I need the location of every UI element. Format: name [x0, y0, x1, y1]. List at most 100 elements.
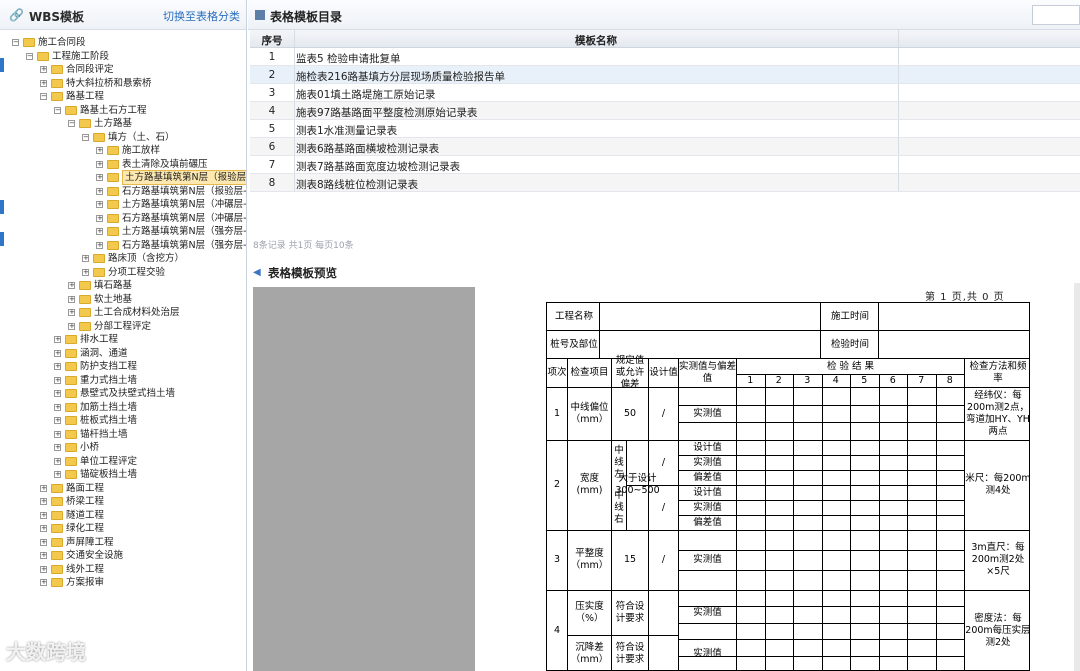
tree-toggle-icon[interactable]: −	[54, 106, 61, 114]
tree-node-label: 路床顶（含挖方）	[108, 253, 185, 264]
tree-toggle-icon[interactable]: +	[40, 525, 47, 532]
folder-icon	[51, 483, 63, 493]
tree-toggle-icon[interactable]: +	[54, 336, 61, 343]
tree-toggle-icon[interactable]: +	[54, 349, 61, 357]
form-cell-text: 15	[623, 554, 637, 565]
tree-toggle-icon[interactable]: +	[40, 66, 47, 73]
tree-toggle-icon[interactable]: +	[82, 268, 89, 276]
tree-toggle-icon[interactable]: +	[40, 579, 47, 586]
wbs-logo-icon: 🔗	[9, 8, 24, 22]
tree-node-label: 交通安全设施	[66, 550, 124, 561]
tree-toggle-icon[interactable]: +	[40, 484, 47, 492]
tree-toggle-icon[interactable]: −	[12, 39, 19, 46]
tree-toggle-icon[interactable]: +	[54, 376, 61, 384]
form-cell-text: /	[661, 407, 666, 419]
tree-toggle-icon[interactable]: −	[40, 93, 47, 100]
tree-node-label: 土方路基填筑第N层（冲碾层-压	[122, 199, 246, 210]
catalog-grid: 序号 模板名称 1 监表5 检验申请批复单 2 施检表216路基填方分层现场质量检验报…	[250, 30, 1080, 192]
search-input[interactable]	[1032, 5, 1080, 25]
tree-toggle-icon[interactable]: +	[54, 403, 61, 411]
tree-toggle-icon[interactable]: −	[82, 133, 89, 141]
wbs-panel-header: 🔗 WBS模板 切换至表格分类	[0, 0, 246, 30]
form-rule	[878, 374, 880, 670]
form-cell-text: 实测值	[693, 606, 722, 618]
page-indicator: 第 1 页,共 0 页	[925, 292, 1005, 303]
form-cell-text: 实测值	[693, 648, 722, 659]
tree-toggle-icon[interactable]: +	[96, 214, 103, 222]
folder-icon	[65, 456, 77, 466]
form-cell-text: 实测值	[693, 456, 722, 468]
megaphone-icon: ◀	[253, 267, 261, 278]
tree-toggle-icon[interactable]: +	[54, 363, 61, 370]
form-rule	[764, 374, 766, 670]
table-row[interactable]: 3 施表01填土路堤施工原始记录	[250, 84, 1080, 102]
row-template-name: 监表5 检验申请批复单	[296, 53, 401, 65]
table-row[interactable]: 6 测表6路基路面横坡检测记录表	[250, 138, 1080, 156]
tree-node-label: 填方（土、石）	[108, 131, 175, 143]
folder-icon	[107, 146, 119, 155]
column-divider	[898, 48, 899, 65]
form-cell-text: 4	[553, 625, 561, 636]
tree-toggle-icon[interactable]: +	[96, 201, 103, 208]
form-rule	[821, 374, 823, 670]
tree-toggle-icon[interactable]: +	[54, 417, 61, 424]
tree-toggle-icon[interactable]: +	[96, 228, 103, 235]
tree-toggle-icon[interactable]: +	[68, 309, 75, 316]
tree-toggle-icon[interactable]: +	[68, 295, 75, 303]
preview-scrollbar[interactable]	[1074, 283, 1080, 671]
table-icon	[255, 10, 265, 20]
tree-toggle-icon[interactable]: +	[40, 538, 47, 546]
folder-icon	[107, 186, 119, 196]
tree-toggle-icon[interactable]: +	[54, 457, 61, 465]
folder-icon	[107, 213, 119, 223]
preview-gray-area	[253, 287, 475, 671]
catalog-header: 表格模板目录	[248, 0, 1080, 30]
column-divider	[294, 66, 295, 83]
form-cell-text: 2	[553, 479, 561, 490]
catalog-title: 表格模板目录	[270, 10, 343, 24]
switch-to-table-category-link[interactable]: 切换至表格分类	[163, 8, 240, 24]
column-header-name[interactable]: 模板名称	[296, 33, 896, 48]
folder-icon	[51, 524, 63, 533]
table-row[interactable]: 4 施表97路基路面平整度检测原始记录表	[250, 102, 1080, 120]
tree-toggle-icon[interactable]: +	[54, 390, 61, 397]
form-rule	[793, 374, 794, 670]
form-cell-text: 1	[553, 407, 561, 419]
folder-icon	[93, 267, 105, 277]
table-row[interactable]: 5 测表1水准测量记录表	[250, 120, 1080, 138]
table-row[interactable]: 1 监表5 检验申请批复单	[250, 48, 1080, 66]
tree-toggle-icon[interactable]: +	[54, 430, 61, 438]
tree-toggle-icon[interactable]: +	[96, 241, 103, 249]
tree-toggle-icon[interactable]: +	[82, 255, 89, 262]
tree-toggle-icon[interactable]: +	[68, 282, 75, 289]
tree-toggle-icon[interactable]: +	[96, 187, 103, 195]
tree-toggle-icon[interactable]: −	[68, 120, 75, 127]
tree-toggle-icon[interactable]: +	[40, 79, 47, 87]
folder-icon	[51, 92, 63, 101]
form-cell-text: 大于设计300~500	[615, 473, 660, 496]
table-row[interactable]: 7 测表7路基路面宽度边坡检测记录表	[250, 156, 1080, 174]
tree-toggle-icon[interactable]: −	[26, 52, 33, 60]
tree-toggle-icon[interactable]: +	[40, 565, 47, 573]
tree-toggle-icon[interactable]: +	[54, 471, 61, 478]
tree-toggle-icon[interactable]: +	[54, 444, 61, 451]
folder-icon	[65, 389, 77, 398]
tree-toggle-icon[interactable]: +	[40, 511, 47, 519]
tree-toggle-icon[interactable]: +	[96, 174, 103, 181]
table-row[interactable]: 2 施检表216路基填方分层现场质量检验报告单	[250, 66, 1080, 84]
folder-icon	[107, 227, 119, 236]
row-no: 2	[268, 69, 276, 81]
folder-icon	[65, 362, 77, 371]
tree-toggle-icon[interactable]: +	[40, 498, 47, 505]
tree-toggle-icon[interactable]: +	[40, 552, 47, 559]
tree-node-label: 合同段评定	[66, 64, 114, 75]
tree-node-label: 分部工程评定	[94, 320, 152, 332]
tree-toggle-icon[interactable]: +	[96, 147, 103, 154]
tree-node-label: 锚杆挡土墙	[80, 428, 128, 440]
tree-toggle-icon[interactable]: +	[96, 160, 103, 168]
pager-info: 8条记录 共1页 每页10条	[253, 241, 354, 251]
row-no: 6	[268, 141, 276, 153]
table-row[interactable]: 8 测表8路线桩位检测记录表	[250, 174, 1080, 192]
tree-toggle-icon[interactable]: +	[68, 322, 75, 330]
column-header-no[interactable]: 序号	[250, 33, 294, 48]
